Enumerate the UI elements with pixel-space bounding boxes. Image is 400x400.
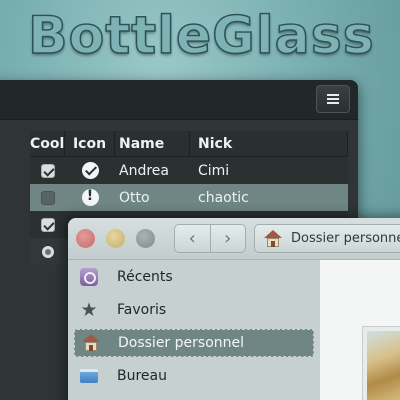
forward-button[interactable]: › <box>209 225 246 252</box>
file-manager-toolbar: ‹ › Dossier personnel <box>68 218 400 260</box>
column-header-name[interactable]: Name <box>115 131 190 156</box>
location-label: Dossier personnel <box>291 231 400 246</box>
chevron-right-icon: › <box>224 228 232 249</box>
table-row-selected[interactable]: Otto chaotic <box>30 184 348 211</box>
star-icon: ★ <box>80 299 98 321</box>
row-name: Otto <box>119 189 150 206</box>
cool-checkbox[interactable] <box>40 217 55 232</box>
cool-radio[interactable] <box>41 245 54 258</box>
recent-icon <box>80 268 98 286</box>
location-button-home[interactable]: Dossier personnel <box>254 224 400 253</box>
sidebar-item-desktop[interactable]: Bureau <box>74 362 314 390</box>
row-nick: chaotic <box>198 189 249 206</box>
sidebar-item-label: Récents <box>117 269 173 285</box>
hamburger-menu-button[interactable] <box>316 85 350 113</box>
chevron-left-icon: ‹ <box>188 228 196 249</box>
bottleglass-title: BottleGlass <box>27 5 375 67</box>
check-circle-icon <box>81 162 99 179</box>
file-view <box>320 260 400 400</box>
sidebar-item-label: Favoris <box>117 302 167 318</box>
close-button[interactable] <box>76 229 95 248</box>
row-name: Andrea <box>119 162 169 179</box>
desktop-icon <box>80 369 98 383</box>
table-header: Cool Icon Name Nick <box>30 131 348 157</box>
table-row[interactable]: Andrea Cimi <box>30 157 348 184</box>
hamburger-menu-icon <box>327 94 339 104</box>
sidebar-item-recents[interactable]: Récents <box>74 263 314 291</box>
column-header-cool[interactable]: Cool <box>30 131 65 156</box>
cool-checkbox[interactable] <box>40 163 55 178</box>
sidebar-item-home[interactable]: Dossier personnel <box>74 329 314 357</box>
column-header-icon[interactable]: Icon <box>65 131 115 156</box>
image-file-thumbnail[interactable] <box>362 326 400 400</box>
sidebar-item-label: Bureau <box>117 368 167 384</box>
places-sidebar: Récents ★ Favoris Dossier personnel Bure… <box>68 260 320 400</box>
minimize-button[interactable] <box>106 229 125 248</box>
cool-checkbox[interactable] <box>40 190 55 205</box>
sidebar-item-favorites[interactable]: ★ Favoris <box>74 296 314 324</box>
dark-window-header <box>0 80 358 120</box>
column-header-nick[interactable]: Nick <box>190 131 348 156</box>
navigation-buttons: ‹ › <box>174 224 246 253</box>
warning-circle-icon <box>81 188 99 206</box>
home-icon <box>263 229 283 248</box>
file-manager-window: ‹ › Dossier personnel Récents ★ Favoris … <box>68 218 400 400</box>
row-nick: Cimi <box>198 162 230 179</box>
maximize-button[interactable] <box>136 229 155 248</box>
wheat-image <box>367 331 400 400</box>
back-button[interactable]: ‹ <box>175 225 210 252</box>
sidebar-item-label: Dossier personnel <box>118 335 245 351</box>
home-icon <box>81 334 100 352</box>
